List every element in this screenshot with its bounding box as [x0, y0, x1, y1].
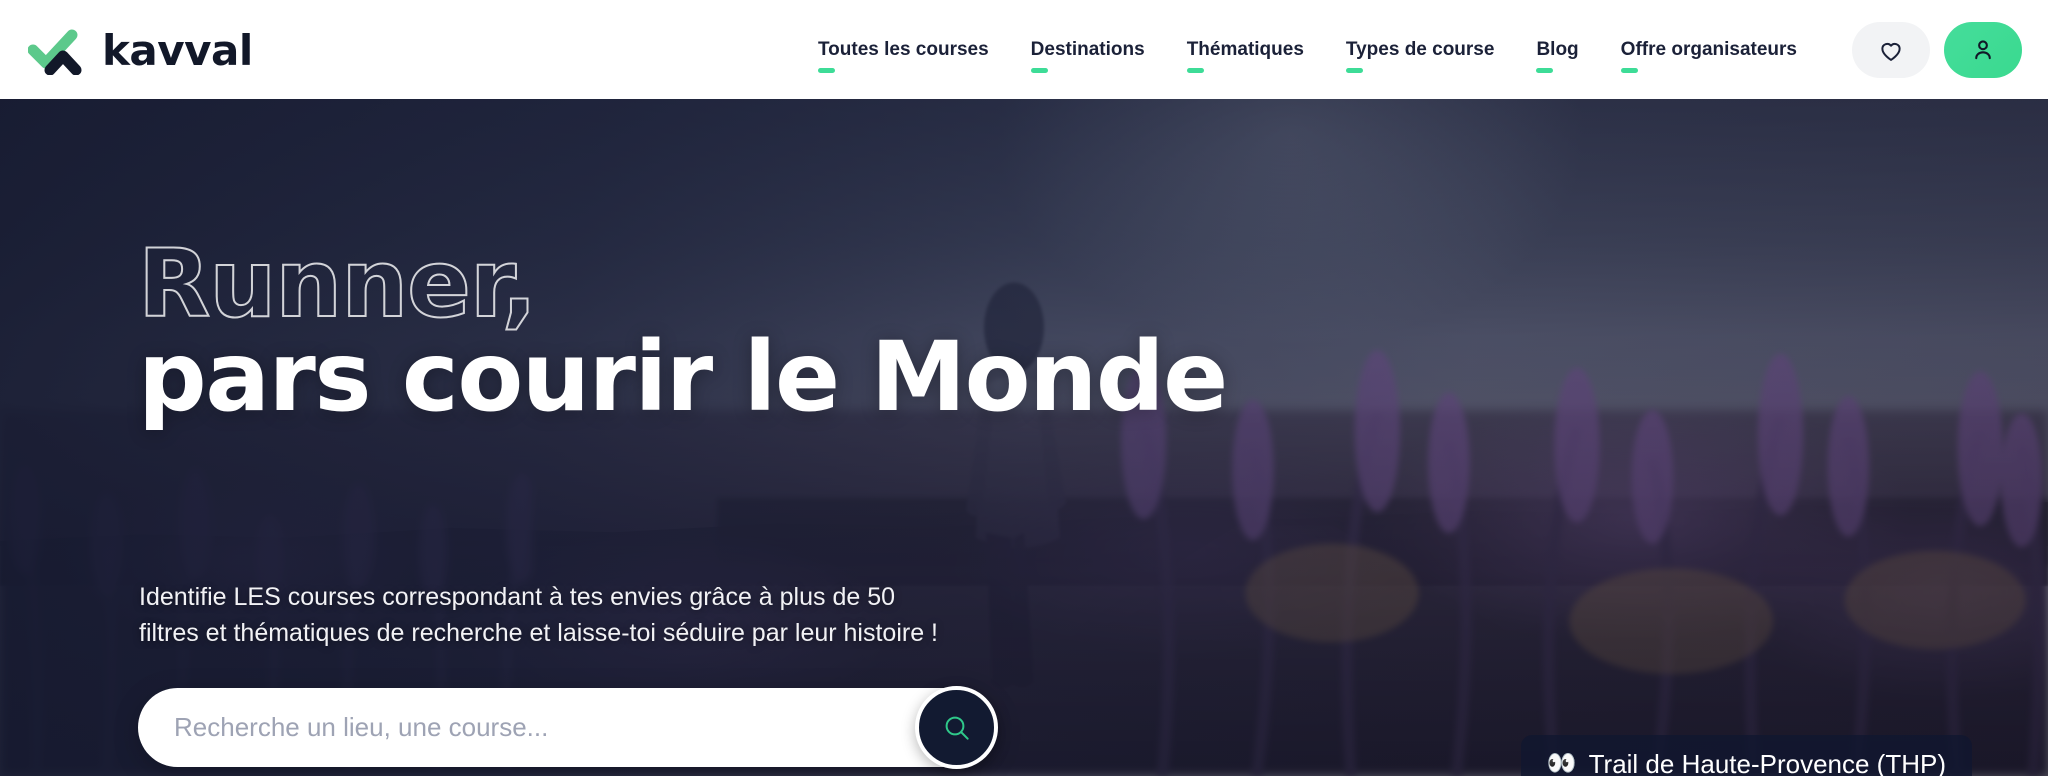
hero-content: Runner, pars courir le Monde Identifie L… [0, 99, 2048, 776]
hero-section: Runner, pars courir le Monde Identifie L… [0, 99, 2048, 776]
nav-item-offre-organisateurs[interactable]: Offre organisateurs [1600, 0, 1818, 99]
nav-underline-dash [1345, 68, 1363, 73]
favorites-button[interactable] [1852, 21, 1930, 78]
nav-item-blog[interactable]: Blog [1515, 0, 1599, 99]
hero-headline-solid: pars courir le Monde [138, 321, 1228, 433]
nav-item-toutes-les-courses[interactable]: Toutes les courses [797, 0, 1010, 99]
featured-race-label: Trail de Haute-Provence (THP) [1588, 748, 1946, 776]
nav-underline-dash [817, 68, 835, 73]
search-bar[interactable] [138, 688, 996, 767]
nav-item-destinations[interactable]: Destinations [1010, 0, 1166, 99]
user-icon [1975, 39, 1991, 59]
search-input[interactable] [174, 697, 854, 758]
nav-label: Offre organisateurs [1620, 39, 1797, 60]
header-actions [1852, 21, 2022, 78]
featured-race-badge[interactable]: 👀 Trail de Haute-Provence (THP) [1520, 735, 1972, 776]
hero-subheadline: Identifie LES courses correspondant à te… [139, 580, 979, 651]
landing-page: kavval Toutes les courses Destinations T… [0, 0, 2048, 776]
nav-label: Blog [1536, 39, 1579, 60]
nav-label: Types de course [1345, 39, 1495, 60]
main-navigation: Toutes les courses Destinations Thématiq… [797, 0, 1818, 99]
hero-subheadline-line-2: filtres et thématiques de recherche et l… [139, 618, 938, 647]
search-submit-button[interactable] [915, 686, 998, 769]
nav-underline-dash [1620, 68, 1638, 73]
nav-item-types-de-course[interactable]: Types de course [1325, 0, 1516, 99]
account-button[interactable] [1944, 21, 2022, 78]
logo-link[interactable]: kavval [28, 0, 253, 99]
kavval-check-chevron-logo-icon [28, 29, 82, 75]
nav-underline-dash [1536, 68, 1554, 73]
hero-search-row [138, 686, 998, 769]
logo-wordmark: kavval [102, 25, 253, 75]
hero-subheadline-line-1: Identifie LES courses correspondant à te… [139, 583, 896, 611]
heart-icon [1881, 42, 1901, 61]
nav-label: Thématiques [1186, 39, 1304, 60]
nav-label: Destinations [1030, 39, 1145, 60]
nav-label: Toutes les courses [817, 39, 989, 60]
eyes-emoji-icon: 👀 [1546, 750, 1577, 776]
search-icon [945, 716, 969, 740]
site-header: kavval Toutes les courses Destinations T… [0, 0, 2048, 99]
hero-headline-outline: Runner, [137, 230, 538, 339]
nav-item-thematiques[interactable]: Thématiques [1166, 0, 1325, 99]
nav-underline-dash [1186, 68, 1204, 73]
nav-underline-dash [1030, 68, 1048, 73]
